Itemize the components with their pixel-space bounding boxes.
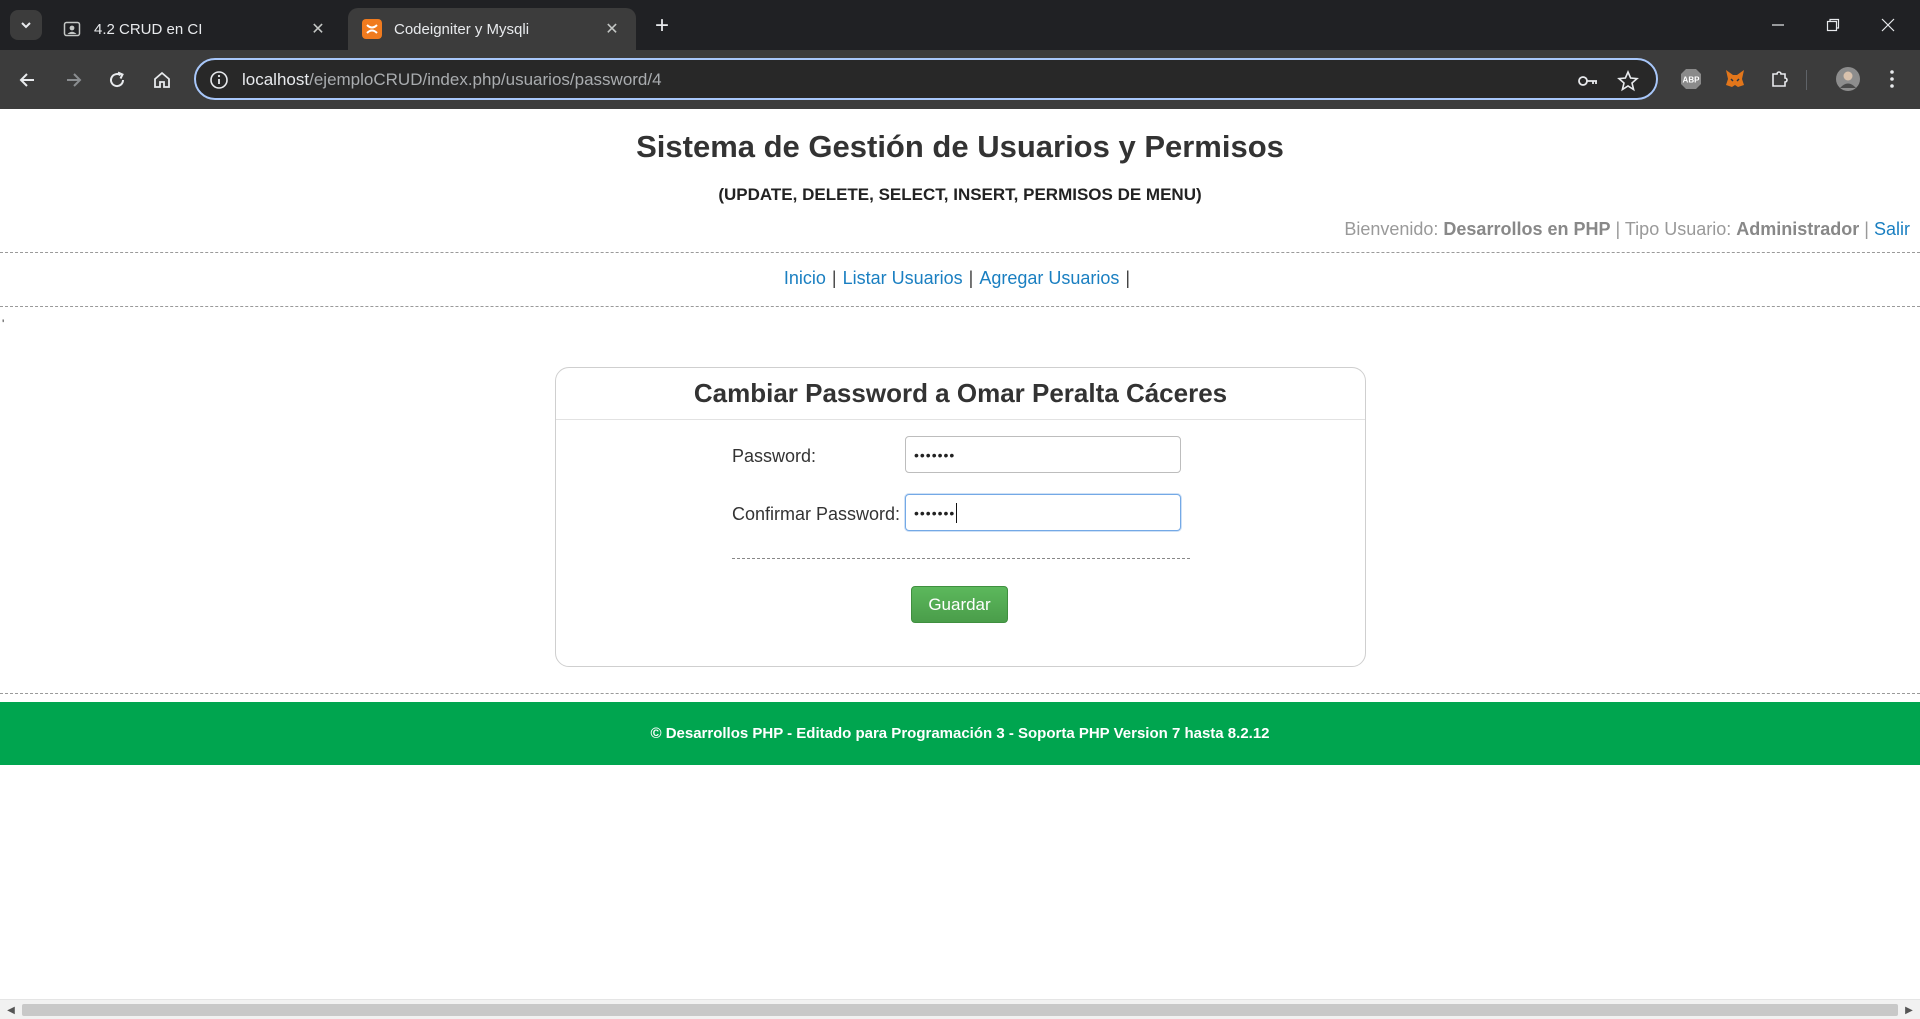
scroll-left-arrow-icon[interactable]: ◀ — [4, 1003, 18, 1017]
url-path: /ejemploCRUD/index.php/usuarios/password… — [309, 70, 662, 89]
user-info-bar: Bienvenido: Desarrollos en PHP | Tipo Us… — [1344, 219, 1910, 240]
close-icon[interactable]: ✕ — [308, 19, 328, 39]
contact-card-icon — [62, 19, 82, 39]
footer-divider — [0, 693, 1920, 694]
panel-title-divider — [556, 419, 1365, 420]
menu-item-listar-usuarios[interactable]: Listar Usuarios — [843, 268, 963, 288]
browser-tab-inactive[interactable]: 4.2 CRUD en CI ✕ — [48, 8, 342, 50]
browser-toolbar: localhost/ejemploCRUD/index.php/usuarios… — [0, 50, 1920, 109]
menu-separator: | — [831, 268, 837, 288]
password-key-icon[interactable] — [1576, 69, 1600, 93]
toolbar-divider — [1806, 70, 1807, 90]
text-caret — [956, 502, 958, 523]
user-name: Desarrollos en PHP — [1443, 219, 1611, 239]
xampp-icon — [362, 19, 382, 39]
menu-separator: | — [968, 268, 974, 288]
menu-item-inicio[interactable]: Inicio — [784, 268, 826, 288]
url-text: localhost/ejemploCRUD/index.php/usuarios… — [242, 70, 662, 90]
stray-mark: ' — [2, 317, 5, 331]
menu-divider — [0, 306, 1920, 307]
reload-icon[interactable] — [100, 63, 134, 97]
tab-search-button[interactable] — [10, 10, 42, 40]
page-subtitle: (UPDATE, DELETE, SELECT, INSERT, PERMISO… — [718, 185, 1202, 204]
panel-title: Cambiar Password a Omar Peralta Cáceres — [693, 378, 1228, 408]
header-divider — [0, 252, 1920, 253]
user-type-prefix: Tipo Usuario: — [1624, 219, 1732, 239]
menu-separator: | — [1125, 268, 1131, 288]
confirm-password-field-value: ••••••• — [914, 504, 956, 521]
password-field[interactable]: ••••••• — [905, 436, 1181, 473]
minimize-icon[interactable] — [1758, 8, 1798, 42]
svg-text:ABP: ABP — [1683, 76, 1701, 85]
password-label: Password: — [732, 446, 817, 466]
browser-tab-active[interactable]: Codeigniter y Mysqli ✕ — [348, 8, 636, 50]
tab-title: 4.2 CRUD en CI — [94, 20, 203, 38]
confirm-password-field[interactable]: ••••••• — [905, 494, 1181, 531]
metamask-fox-icon[interactable] — [1719, 63, 1751, 95]
chevron-down-icon — [21, 22, 31, 29]
welcome-separator: | — [1864, 219, 1869, 239]
adblock-plus-icon[interactable]: ABP — [1675, 63, 1707, 95]
change-password-panel: Cambiar Password a Omar Peralta Cáceres … — [555, 367, 1366, 667]
home-icon[interactable] — [145, 63, 179, 97]
forward-arrow-icon[interactable] — [56, 63, 90, 97]
profile-avatar[interactable] — [1832, 63, 1864, 95]
form-divider — [732, 558, 1190, 559]
confirm-password-label: Confirmar Password: — [732, 504, 901, 524]
horizontal-scrollbar[interactable]: ◀ ▶ — [0, 999, 1920, 1019]
scrollbar-thumb[interactable] — [22, 1004, 1898, 1016]
password-field-value: ••••••• — [914, 446, 956, 463]
back-arrow-icon[interactable] — [11, 63, 45, 97]
welcome-separator: | — [1615, 219, 1621, 239]
new-tab-plus-icon[interactable]: + — [648, 12, 676, 40]
puzzle-extensions-icon[interactable] — [1764, 63, 1796, 95]
menu-item-agregar-usuarios[interactable]: Agregar Usuarios — [979, 268, 1119, 288]
address-bar[interactable]: localhost/ejemploCRUD/index.php/usuarios… — [194, 58, 1658, 100]
site-info-icon[interactable] — [208, 69, 230, 91]
user-type: Administrador — [1736, 219, 1860, 239]
browser-tab-strip: 4.2 CRUD en CI ✕ Codeigniter y Mysqli ✕ … — [0, 0, 1920, 50]
footer-text: © Desarrollos PHP - Editado para Program… — [650, 725, 1270, 742]
scroll-right-arrow-icon[interactable]: ▶ — [1902, 1003, 1916, 1017]
close-icon[interactable]: ✕ — [602, 19, 622, 39]
web-page: Sistema de Gestión de Usuarios y Permiso… — [0, 109, 1920, 999]
page-title: Sistema de Gestión de Usuarios y Permiso… — [636, 129, 1284, 164]
page-footer: © Desarrollos PHP - Editado para Program… — [0, 702, 1920, 765]
tab-title: Codeigniter y Mysqli — [394, 20, 530, 38]
bookmark-star-icon[interactable] — [1616, 69, 1640, 93]
restore-icon[interactable] — [1813, 8, 1853, 42]
kebab-menu-icon[interactable] — [1876, 63, 1908, 95]
save-button[interactable]: Guardar — [911, 586, 1008, 623]
welcome-prefix: Bienvenido: — [1344, 219, 1439, 239]
window-close-icon[interactable] — [1868, 8, 1908, 42]
url-host: localhost — [242, 70, 310, 89]
main-menu: Inicio | Listar Usuarios | Agregar Usuarios | — [0, 268, 1920, 289]
logout-link[interactable]: Salir — [1874, 219, 1910, 239]
